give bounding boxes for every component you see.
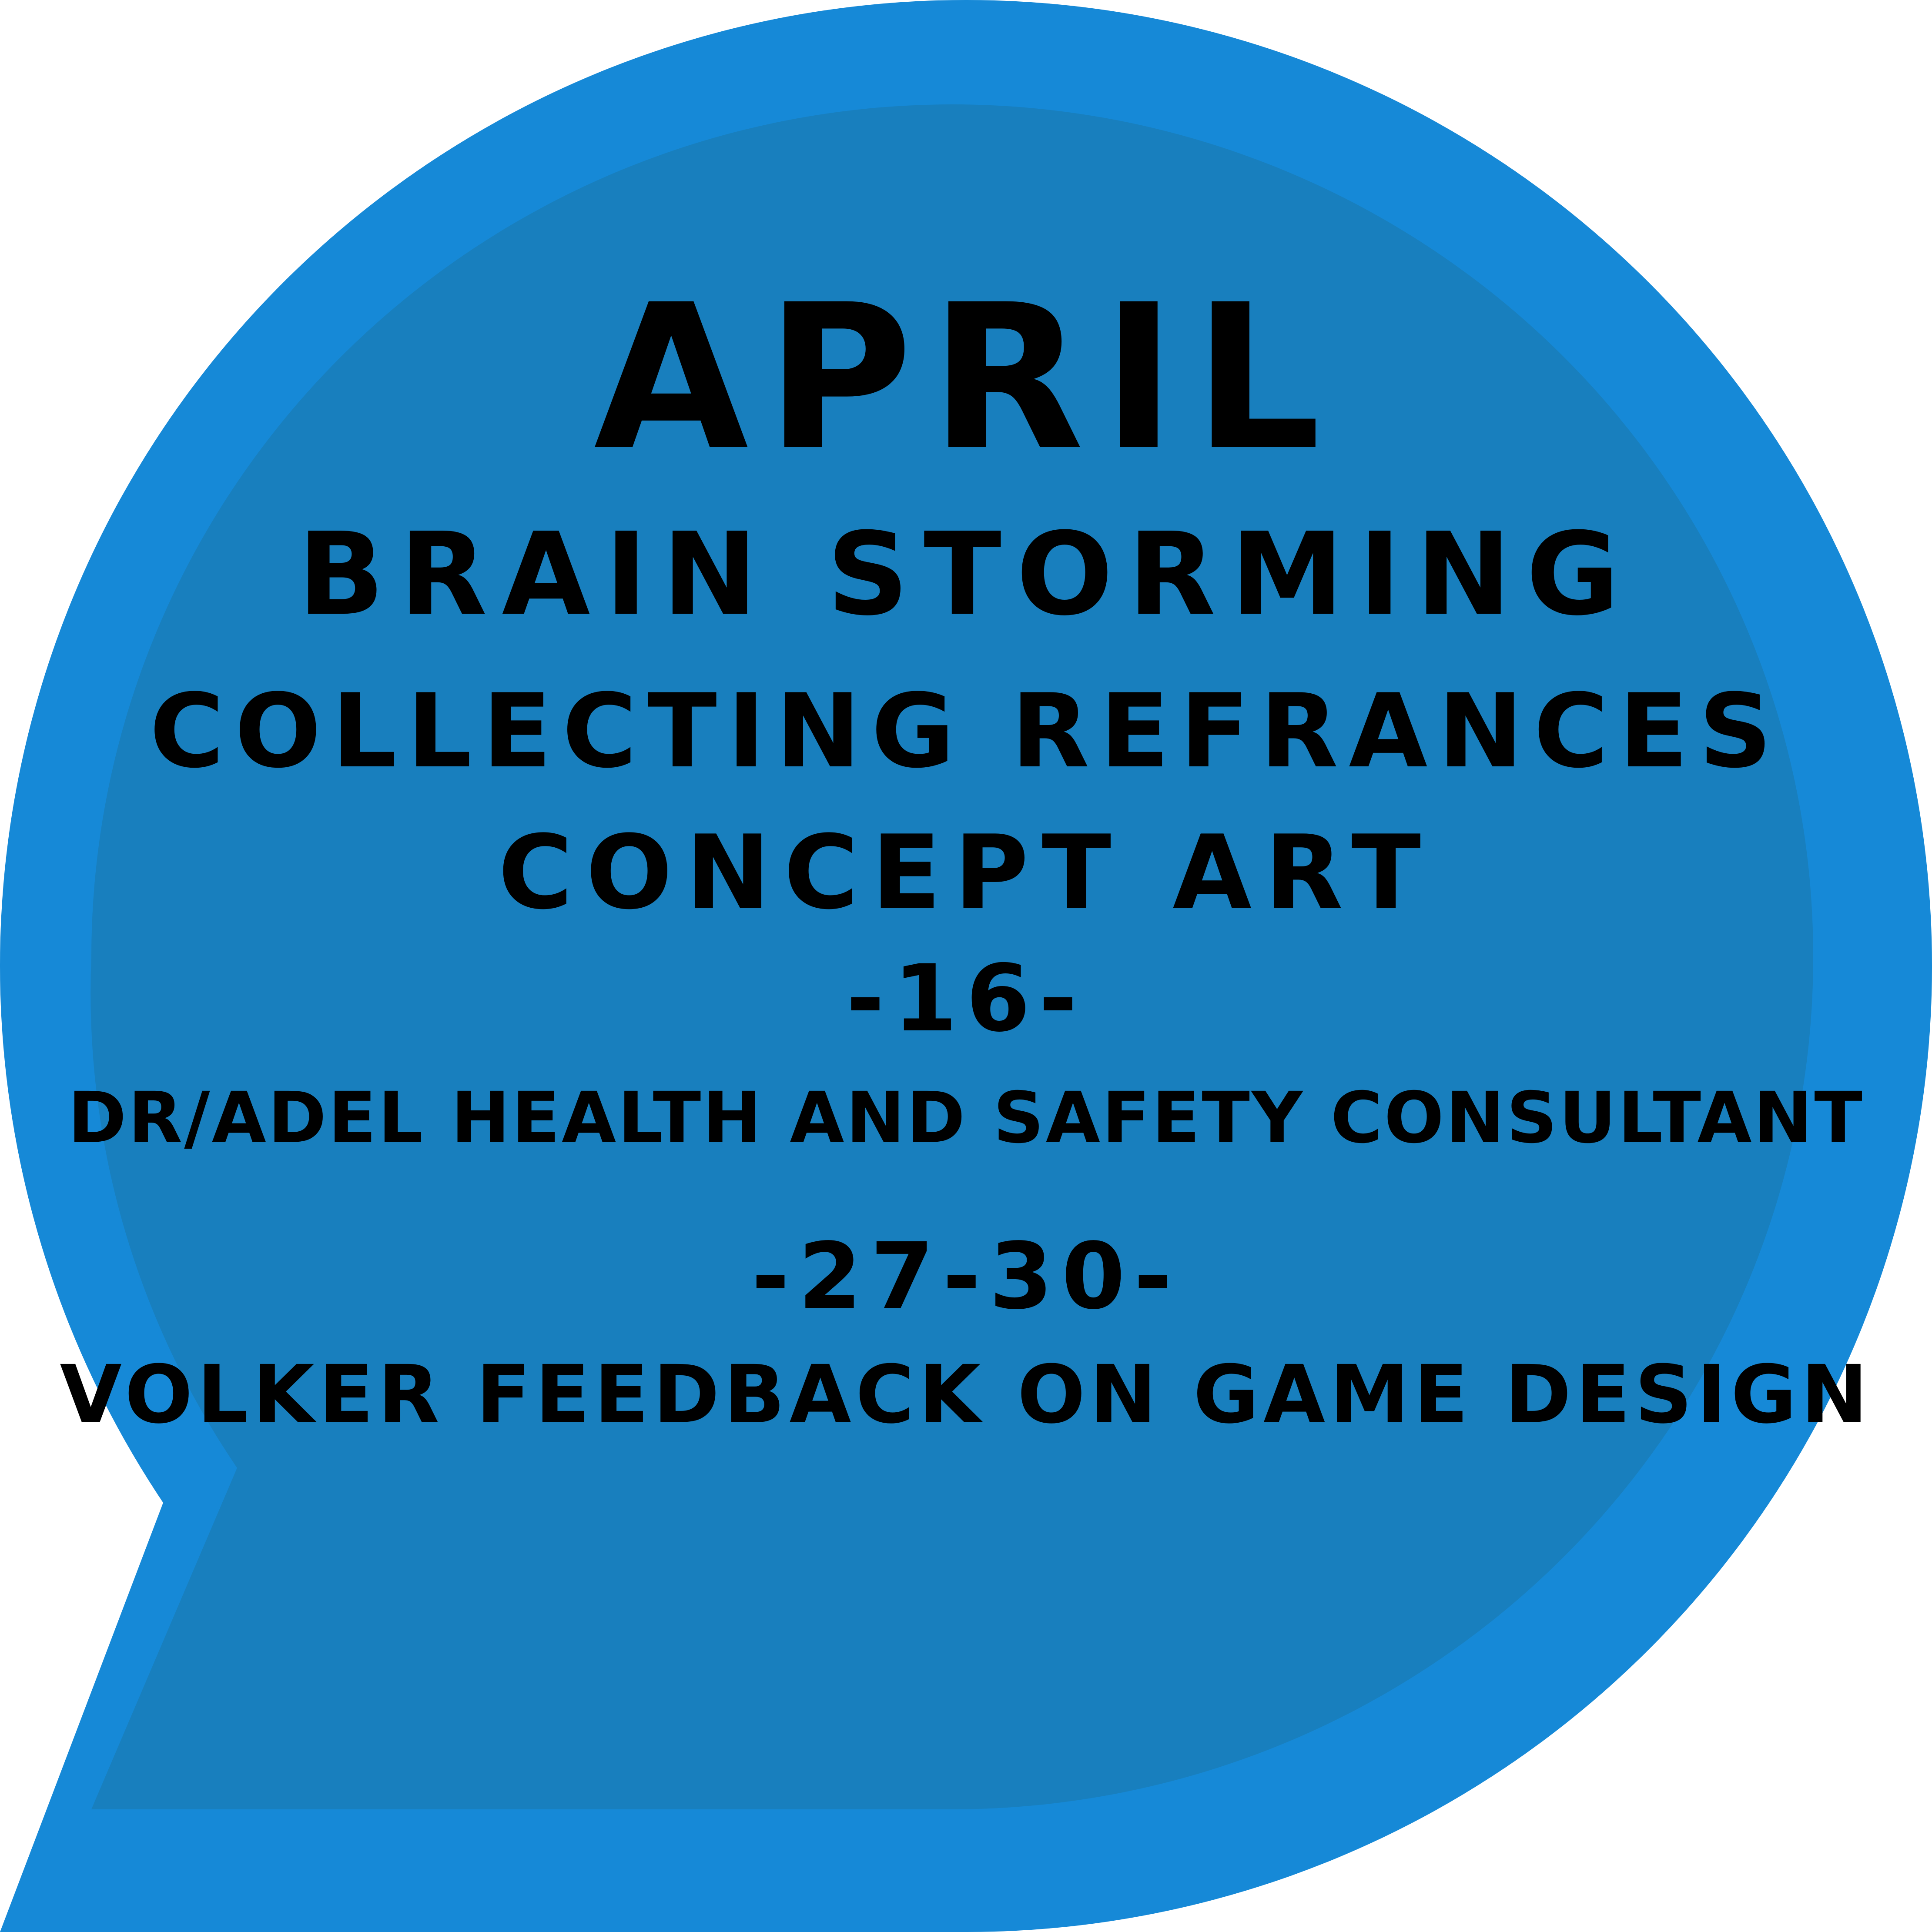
task-health-safety-consultant: DR/ADEL HEALTH AND SAFETY CONSULTANT [68, 1077, 1864, 1159]
task-concept-art: CONCEPT ART [498, 814, 1434, 932]
schedule-text: APRIL BRAIN STORMING COLLECTING REFRANCE… [0, 0, 1932, 1932]
task-brain-storming: BRAIN STORMING [298, 508, 1634, 641]
month-title: APRIL [593, 262, 1339, 495]
date-16: -16- [846, 945, 1086, 1052]
task-collecting-refrances: COLLECTING REFRANCES [149, 672, 1783, 791]
task-volker-feedback: VOLKER FEEDBACK ON GAME DESIGN [60, 1348, 1872, 1441]
date-27-30: -27-30- [751, 1223, 1181, 1330]
